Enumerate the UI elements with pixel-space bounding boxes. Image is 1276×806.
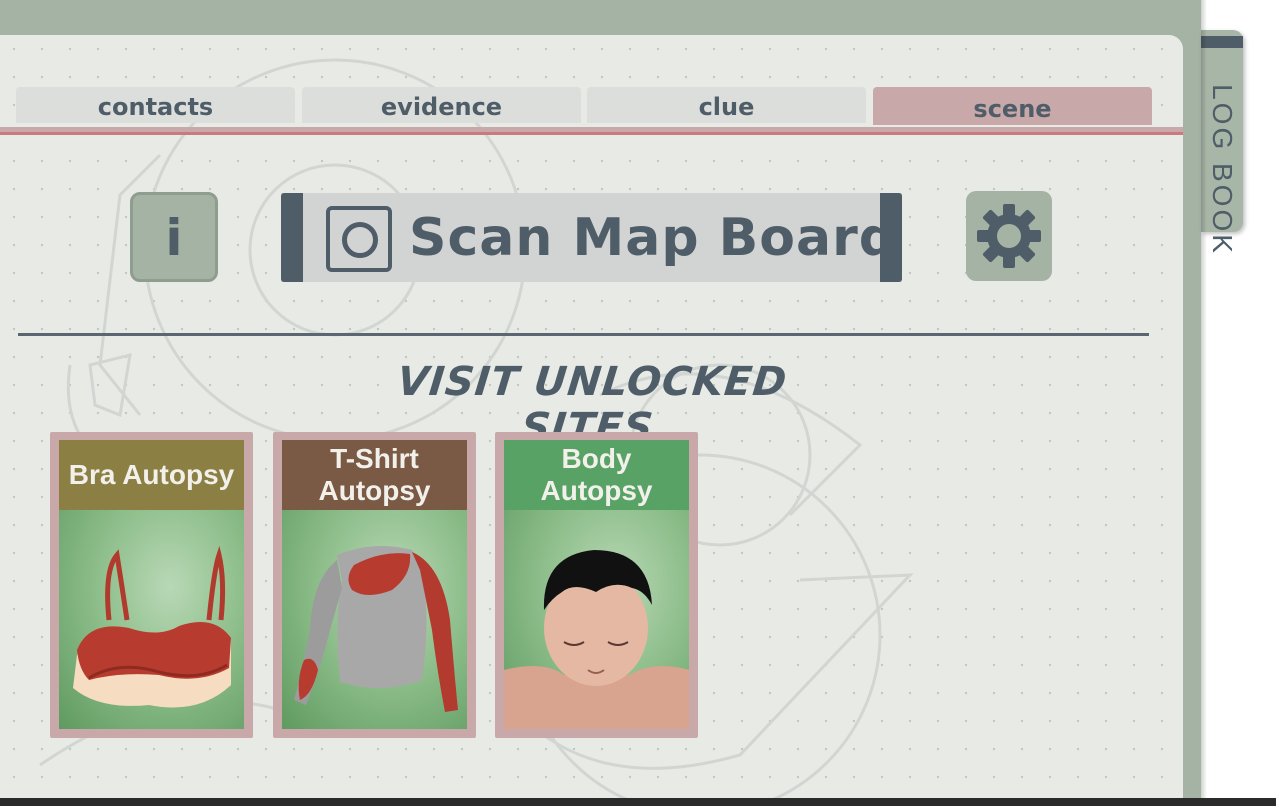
section-divider <box>18 333 1149 336</box>
settings-button[interactable] <box>966 191 1052 281</box>
right-shadow <box>1201 0 1207 806</box>
site-card-bra-autopsy[interactable]: Bra Autopsy <box>50 432 253 738</box>
logbook-tab-label: LOG BOOK <box>1207 84 1238 256</box>
tab-clue[interactable]: clue <box>587 87 866 123</box>
scan-map-board-button[interactable]: Scan Map Board <box>281 193 902 282</box>
tab-contacts[interactable]: contacts <box>16 87 295 123</box>
tab-scene[interactable]: scene <box>873 87 1152 125</box>
tab-strip-line <box>0 132 1183 135</box>
info-button[interactable]: i <box>130 192 218 282</box>
section-heading: VISIT UNLOCKED SITES <box>394 359 790 451</box>
body-image <box>504 510 689 729</box>
site-card-title: T-Shirt Autopsy <box>282 440 467 510</box>
site-card-body-autopsy[interactable]: Body Autopsy <box>495 432 698 738</box>
site-card-tshirt-autopsy[interactable]: T-Shirt Autopsy <box>273 432 476 738</box>
tab-evidence[interactable]: evidence <box>302 87 581 123</box>
scan-button-label: Scan Map Board <box>409 208 897 268</box>
gear-icon <box>977 204 1041 268</box>
logbook-tab[interactable]: LOG BOOK <box>1201 30 1243 256</box>
site-card-inner: Body Autopsy <box>504 440 689 729</box>
site-card-inner: Bra Autopsy <box>59 440 244 729</box>
camera-icon <box>326 206 392 272</box>
site-card-title: Bra Autopsy <box>59 440 244 510</box>
scan-button-left-cap <box>281 193 303 282</box>
site-card-inner: T-Shirt Autopsy <box>282 440 467 729</box>
bra-image <box>59 510 244 729</box>
logbook-tab-cap <box>1201 36 1243 48</box>
site-card-title: Body Autopsy <box>504 440 689 510</box>
logbook-panel: contacts evidence clue scene i Scan Map … <box>0 35 1183 806</box>
scan-button-right-cap <box>880 193 902 282</box>
tshirt-image <box>282 510 467 729</box>
bottom-bar <box>0 798 1276 806</box>
